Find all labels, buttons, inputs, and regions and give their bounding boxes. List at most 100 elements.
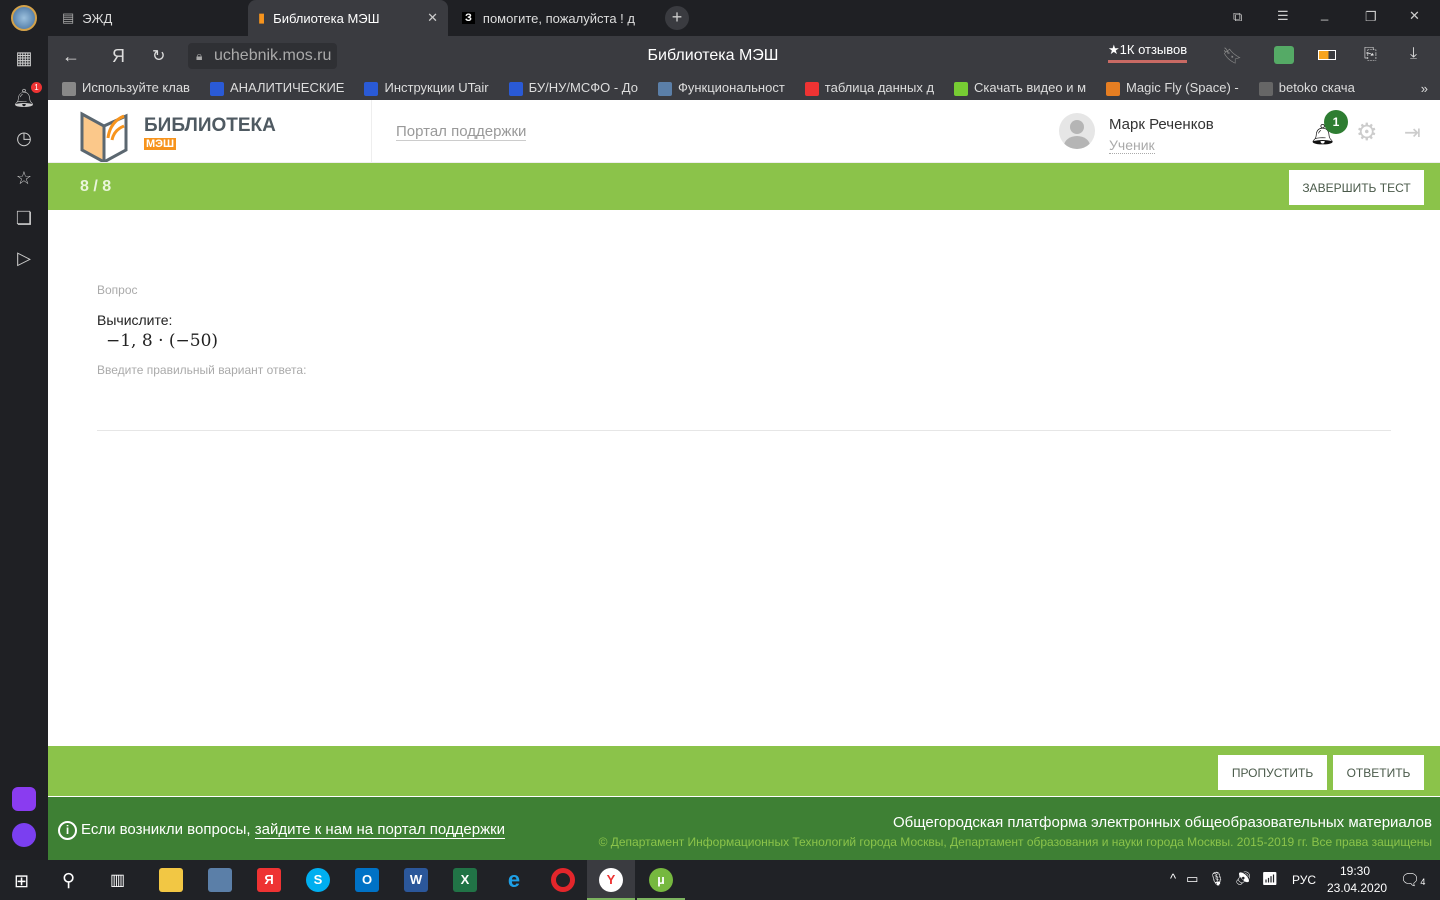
- logo-subtitle: МЭШ: [144, 138, 177, 150]
- user-name[interactable]: Марк Реченков: [1109, 116, 1214, 133]
- support-portal-link[interactable]: Портал поддержки: [396, 123, 527, 141]
- site-footer: i Если возникли вопросы, зайдите к нам н…: [48, 797, 1440, 860]
- favorites-star-icon[interactable]: ☆: [12, 166, 36, 190]
- znanija-icon: З: [462, 12, 475, 24]
- answer-input[interactable]: [97, 383, 1391, 423]
- battery-icon[interactable]: [1318, 50, 1336, 60]
- url-field[interactable]: 🔒︎ uchebnik.mos.ru: [188, 43, 338, 69]
- bookmarks-panel-icon[interactable]: ⧉: [1233, 9, 1242, 25]
- bookmark-item[interactable]: Функциональност: [657, 80, 785, 96]
- skip-button[interactable]: ПРОПУСТИТЬ: [1218, 755, 1327, 790]
- page-title-display: Библиотека МЭШ: [647, 47, 779, 64]
- tab-library[interactable]: ▮ Библиотека МЭШ ✕: [248, 0, 448, 36]
- divider: [371, 100, 372, 163]
- apps-grid-icon[interactable]: ▦: [12, 46, 36, 70]
- history-icon[interactable]: ◷: [12, 126, 36, 150]
- excel-icon[interactable]: X: [453, 868, 477, 892]
- messenger-icon[interactable]: [12, 787, 36, 811]
- logo[interactable]: БИБЛИОТЕКА МЭШ: [80, 108, 280, 165]
- address-bar: ← Я ↻ 🔒︎ uchebnik.mos.ru Библиотека МЭШ ★…: [48, 36, 1440, 76]
- bookmark-item[interactable]: Magic Fly (Space) -: [1106, 80, 1239, 96]
- avatar[interactable]: [1059, 113, 1095, 149]
- tab-ezhd[interactable]: ▤ ЭЖД: [52, 0, 242, 36]
- progress-bar: 8 / 8 ЗАВЕРШИТЬ ТЕСТ: [48, 163, 1440, 210]
- logout-icon[interactable]: ⇥: [1404, 120, 1421, 145]
- task-view-icon[interactable]: ▥: [110, 870, 125, 890]
- book-icon: ▮: [258, 10, 266, 25]
- web-page: БИБЛИОТЕКА МЭШ Портал поддержки Марк Реч…: [48, 100, 1440, 860]
- yandex-browser-taskbar-button[interactable]: Y: [587, 860, 635, 900]
- utorrent-taskbar-button[interactable]: µ: [637, 860, 685, 900]
- word-icon[interactable]: W: [404, 868, 428, 892]
- windows-taskbar: ⊞ ⚲ ▥ Я S O W X e Y µ ^▭🎙︎🔊︎📶︎ РУС 19:30…: [0, 860, 1440, 900]
- tab-znanija[interactable]: Зпомогите, пожалуйста ! д: [452, 0, 652, 36]
- reviews-button[interactable]: ★1К отзывов: [1108, 42, 1188, 63]
- close-window-icon[interactable]: ✕: [1409, 8, 1420, 24]
- action-center-icon[interactable]: 🗨︎4: [1400, 870, 1425, 890]
- extension-icon[interactable]: [1274, 46, 1294, 64]
- video-play-icon[interactable]: ▷: [12, 246, 36, 270]
- bookmark-item[interactable]: betoko скача: [1258, 80, 1355, 96]
- skype-icon[interactable]: S: [306, 868, 330, 892]
- collections-icon[interactable]: ❏: [12, 206, 36, 230]
- outlook-icon[interactable]: O: [355, 868, 379, 892]
- copyright: © Департамент Информационных Технологий …: [598, 835, 1432, 849]
- close-tab-icon[interactable]: ✕: [427, 10, 438, 26]
- lock-icon: 🔒︎: [196, 49, 203, 63]
- question-prompt: Вычислите:: [97, 312, 173, 328]
- bookmarks-bar: Используйте клав АНАЛИТИЧЕСКИЕ Инструкци…: [48, 76, 1440, 100]
- tab-label: помогите, пожалуйста ! д: [482, 10, 635, 26]
- browser-tab-bar: ▤ ЭЖД ▮ Библиотека МЭШ ✕ Зпомогите, пожалуй…: [0, 0, 1440, 36]
- notifications-icon[interactable]: 🔔︎ 1: [12, 82, 42, 110]
- settings-gear-icon[interactable]: ⚙: [1356, 118, 1378, 147]
- yandex-app-icon[interactable]: Я: [257, 868, 281, 892]
- yandex-icon[interactable]: Я: [112, 46, 125, 67]
- download-icon[interactable]: ⤓: [1410, 45, 1417, 63]
- notification-badge: 1: [1324, 110, 1348, 134]
- site-header: БИБЛИОТЕКА МЭШ Портал поддержки Марк Реч…: [48, 100, 1440, 165]
- new-tab-button[interactable]: +: [665, 6, 689, 30]
- finish-test-button[interactable]: ЗАВЕРШИТЬ ТЕСТ: [1289, 170, 1424, 205]
- bookmark-item[interactable]: Скачать видео и м: [954, 80, 1086, 96]
- protect-icon[interactable]: ⎘: [1364, 46, 1377, 64]
- opera-icon[interactable]: [551, 868, 575, 892]
- app-icon[interactable]: [208, 868, 232, 892]
- browser-logo-icon[interactable]: [11, 5, 37, 31]
- clock-date[interactable]: 23.04.2020: [1327, 881, 1387, 895]
- tray-icons[interactable]: ^▭🎙︎🔊︎📶︎: [1170, 871, 1288, 887]
- alice-icon[interactable]: [12, 823, 36, 847]
- answer-hint: Введите правильный вариант ответа:: [97, 363, 307, 377]
- platform-title: Общегородская платформа электронных обще…: [893, 814, 1432, 831]
- minimize-icon[interactable]: _: [1321, 6, 1328, 21]
- search-icon[interactable]: ⚲: [62, 870, 75, 891]
- menu-icon[interactable]: ☰: [1277, 8, 1289, 24]
- back-icon[interactable]: ←: [62, 46, 80, 67]
- book-logo-icon: [80, 111, 128, 165]
- notification-badge: 1: [31, 82, 42, 93]
- math-expression: −1, 8 · (−50): [106, 331, 219, 351]
- logo-title: БИБЛИОТЕКА: [144, 115, 276, 136]
- url-text: uchebnik.mos.ru: [214, 47, 332, 64]
- bookmark-item[interactable]: БУ/НУ/МСФО - До: [508, 80, 638, 96]
- bookmark-item[interactable]: АНАЛИТИЧЕСКИЕ: [209, 80, 344, 96]
- answer-button[interactable]: ОТВЕТИТЬ: [1333, 755, 1424, 790]
- bookmark-item[interactable]: Инструкции UTair: [364, 80, 489, 96]
- help-text: Если возникли вопросы,: [81, 821, 251, 838]
- bookmark-item[interactable]: таблица данных д: [804, 80, 934, 96]
- document-icon: ▤: [62, 10, 75, 25]
- info-icon: i: [58, 821, 77, 840]
- language-indicator[interactable]: РУС: [1292, 873, 1316, 887]
- clock-time[interactable]: 19:30: [1340, 864, 1370, 878]
- tab-label: Библиотека МЭШ: [273, 10, 380, 26]
- file-explorer-icon[interactable]: [159, 868, 183, 892]
- restore-icon[interactable]: ❐: [1365, 9, 1377, 25]
- bookmark-icon[interactable]: 🔖︎: [1222, 46, 1242, 66]
- windows-start-icon[interactable]: ⊞: [14, 871, 29, 892]
- bookmark-item[interactable]: Используйте клав: [62, 80, 190, 96]
- question-label: Вопрос: [97, 283, 138, 297]
- support-link[interactable]: зайдите к нам на портал поддержки: [254, 821, 506, 839]
- user-role[interactable]: Ученик: [1109, 137, 1155, 154]
- internet-explorer-icon[interactable]: e: [502, 868, 526, 892]
- more-bookmarks-icon[interactable]: »: [1421, 81, 1428, 96]
- reload-icon[interactable]: ↻: [152, 46, 165, 66]
